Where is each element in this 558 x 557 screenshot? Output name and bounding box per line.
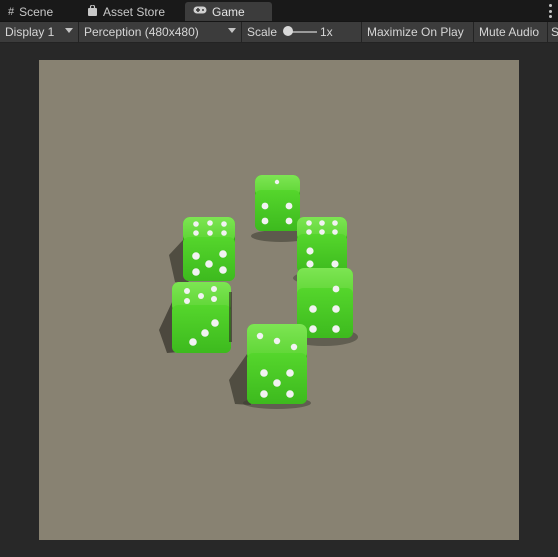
resolution-dropdown-label: Perception (480x480) — [84, 25, 199, 39]
die — [159, 282, 232, 353]
display-dropdown[interactable]: Display 1 — [0, 22, 79, 42]
tab-bar: # Scene Asset Store Game — [0, 0, 558, 22]
gamepad-icon — [193, 5, 207, 18]
more-options-icon[interactable] — [546, 4, 554, 18]
stats-label: S — [551, 25, 558, 39]
chevron-down-icon — [228, 28, 236, 33]
scale-label: Scale — [247, 25, 278, 39]
mute-audio-toggle[interactable]: Mute Audio — [474, 22, 548, 42]
tab-scene[interactable]: # Scene — [0, 2, 61, 21]
game-viewport[interactable] — [39, 60, 519, 540]
stats-toggle[interactable]: S — [548, 22, 558, 42]
die — [169, 217, 235, 285]
resolution-dropdown[interactable]: Perception (480x480) — [79, 22, 242, 42]
mute-audio-label: Mute Audio — [479, 25, 540, 39]
game-toolbar: Display 1 Perception (480x480) Scale 1x … — [0, 22, 558, 43]
maximize-on-play-label: Maximize On Play — [367, 25, 464, 39]
grid-icon: # — [8, 5, 15, 18]
scale-value: 1x — [320, 25, 333, 39]
chevron-down-icon — [65, 28, 73, 33]
tab-asset-store[interactable]: Asset Store — [79, 2, 173, 21]
scale-slider-handle[interactable] — [283, 26, 293, 36]
display-dropdown-label: Display 1 — [5, 25, 55, 39]
shopping-bag-icon — [87, 3, 98, 19]
tab-game-label: Game — [212, 4, 245, 19]
tab-game[interactable]: Game — [185, 2, 272, 21]
tab-scene-label: Scene — [19, 4, 54, 19]
maximize-on-play-toggle[interactable]: Maximize On Play — [362, 22, 474, 42]
tab-asset-store-label: Asset Store — [103, 4, 166, 19]
die — [229, 324, 311, 409]
dice-scene — [159, 175, 358, 409]
